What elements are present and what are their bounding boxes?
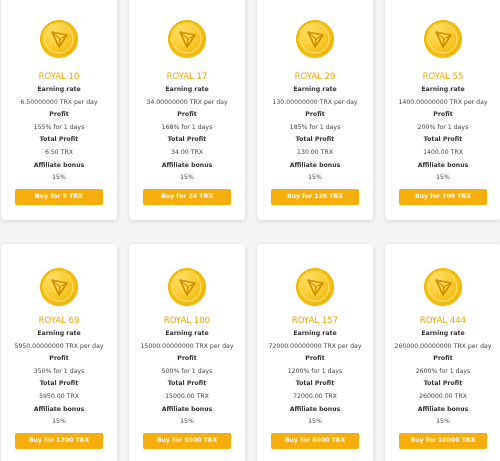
earning-rate-label: Earning rate (421, 86, 465, 93)
total-profit-value: 34.00 TRX (171, 149, 203, 156)
plan-title: ROYAL 17 (166, 72, 208, 82)
plan-title: ROYAL 157 (291, 316, 339, 326)
earning-rate-value: 1400.00000000 TRX per day (398, 98, 488, 106)
plan-card: ROYAL 157 Earning rate 72000.00000000 TRX … (257, 244, 373, 461)
earning-rate-label: Earning rate (37, 86, 81, 93)
earning-rate-label: Earning rate (165, 330, 209, 337)
earning-rate-value: 6.50000000 TRX per day (20, 98, 98, 106)
affiliate-bonus-label: Affiliate bonus (417, 405, 469, 413)
earning-rate-value: 72000.00000000 TRX per day (268, 342, 362, 350)
earning-rate-value: 34.00000000 TRX per day (146, 98, 228, 106)
total-profit-value: 1400.00 TRX (423, 149, 463, 156)
buy-button[interactable]: Buy for 700 TRX (399, 188, 487, 205)
affiliate-bonus-value: 15% (308, 418, 322, 426)
plan-card: ROYAL 100 Earning rate 15000.00000000 TRX … (129, 244, 245, 461)
total-profit-value: 15000.00 TRX (165, 393, 209, 400)
plan-card: ROYAL 17 Earning rate 34.00000000 TRX per … (129, 0, 245, 220)
buy-button[interactable]: Buy for 120 TRX (271, 188, 359, 205)
buy-button[interactable]: Buy for 30 TRX (143, 188, 231, 205)
affiliate-bonus-value: 15% (436, 174, 450, 182)
buy-button[interactable]: Buy for 3000 TRX (143, 432, 231, 449)
affiliate-bonus-value: 15% (180, 174, 194, 182)
tron-coin-icon (168, 268, 206, 306)
profit-value: 2600% for 1 days (415, 367, 471, 375)
earning-rate-value: 130.00000000 TRX per day (272, 98, 358, 106)
profit-value: 1200% for 1 days (287, 367, 343, 375)
affiliate-bonus-value: 15% (308, 174, 322, 182)
affiliate-bonus-label: Affiliate bonus (289, 405, 341, 413)
affiliate-bonus-value: 15% (52, 418, 66, 426)
profit-label: Profit (49, 111, 69, 119)
profit-value: 155% for 1 days (33, 123, 85, 131)
total-profit-label: Total Profit (423, 380, 463, 388)
plan-title: ROYAL 69 (38, 316, 80, 326)
plan-title: ROYAL 10 (38, 72, 80, 82)
total-profit-value: 130.00 TRX (297, 149, 333, 156)
profit-label: Profit (433, 111, 453, 119)
plan-card: ROYAL 29 Earning rate 130.00000000 TRX per… (257, 0, 373, 220)
total-profit-value: 72000.00 TRX (293, 393, 337, 400)
tron-coin-icon (40, 268, 78, 306)
total-profit-label: Total Profit (295, 136, 335, 144)
affiliate-bonus-label: Affiliate bonus (161, 161, 213, 169)
profit-label: Profit (177, 111, 197, 119)
plan-title: ROYAL 29 (294, 72, 336, 82)
earning-rate-label: Earning rate (165, 86, 209, 93)
tron-coin-icon (296, 268, 334, 306)
earning-rate-label: Earning rate (293, 86, 337, 93)
affiliate-bonus-value: 15% (52, 174, 66, 182)
plan-card: ROYAL 69 Earning rate 5950.00000000 TRX pe… (1, 244, 117, 461)
profit-label: Profit (305, 355, 325, 363)
earning-rate-value: 260000.00000000 TRX per day (394, 342, 492, 350)
plan-card: ROYAL 444 Earning rate 260000.00000000 TRX… (385, 244, 500, 461)
tron-coin-icon (168, 20, 206, 58)
tron-coin-icon (424, 20, 462, 58)
affiliate-bonus-label: Affiliate bonus (417, 161, 469, 169)
earning-rate-label: Earning rate (37, 330, 81, 337)
plan-title: ROYAL 444 (419, 316, 467, 326)
profit-value: 350% for 1 days (33, 367, 85, 375)
affiliate-bonus-label: Affiliate bonus (161, 405, 213, 413)
profit-value: 200% for 1 days (417, 123, 469, 131)
earning-rate-label: Earning rate (293, 330, 337, 337)
plan-card: ROYAL 10 Earning rate 6.50000000 TRX per d… (1, 0, 117, 220)
plan-card: ROYAL 55 Earning rate 1400.00000000 TRX pe… (385, 0, 500, 220)
profit-label: Profit (433, 355, 453, 363)
profit-label: Profit (177, 355, 197, 363)
profit-value: 185% for 1 days (289, 123, 341, 131)
buy-button[interactable]: Buy for 5 TRX (15, 188, 103, 205)
plan-title: ROYAL 55 (422, 72, 464, 82)
tron-coin-icon (40, 20, 78, 58)
earning-rate-value: 15000.00000000 TRX per day (140, 342, 234, 350)
profit-value: 500% for 1 days (161, 367, 213, 375)
buy-button[interactable]: Buy for 1700 TRX (15, 432, 103, 449)
total-profit-label: Total Profit (167, 136, 207, 144)
affiliate-bonus-label: Affiliate bonus (33, 405, 85, 413)
affiliate-bonus-value: 15% (180, 418, 194, 426)
tron-coin-icon (424, 268, 462, 306)
profit-label: Profit (49, 355, 69, 363)
total-profit-value: 6.50 TRX (44, 149, 74, 156)
total-profit-label: Total Profit (167, 380, 207, 388)
total-profit-label: Total Profit (39, 136, 79, 144)
affiliate-bonus-label: Affiliate bonus (289, 161, 341, 169)
total-profit-label: Total Profit (39, 380, 79, 388)
buy-button[interactable]: Buy for 10000 TRX (399, 432, 487, 449)
affiliate-bonus-value: 15% (436, 418, 450, 426)
profit-label: Profit (305, 111, 325, 119)
affiliate-bonus-label: Affiliate bonus (33, 161, 85, 169)
profit-value: 168% for 1 days (161, 123, 213, 131)
plan-title: ROYAL 100 (163, 316, 211, 326)
total-profit-value: 260000.00 TRX (419, 393, 467, 400)
earning-rate-value: 5950.00000000 TRX per day (14, 342, 104, 350)
earning-rate-label: Earning rate (421, 330, 465, 337)
total-profit-label: Total Profit (423, 136, 463, 144)
total-profit-label: Total Profit (295, 380, 335, 388)
tron-coin-icon (296, 20, 334, 58)
total-profit-value: 5950.00 TRX (39, 393, 79, 400)
buy-button[interactable]: Buy for 6000 TRX (271, 432, 359, 449)
